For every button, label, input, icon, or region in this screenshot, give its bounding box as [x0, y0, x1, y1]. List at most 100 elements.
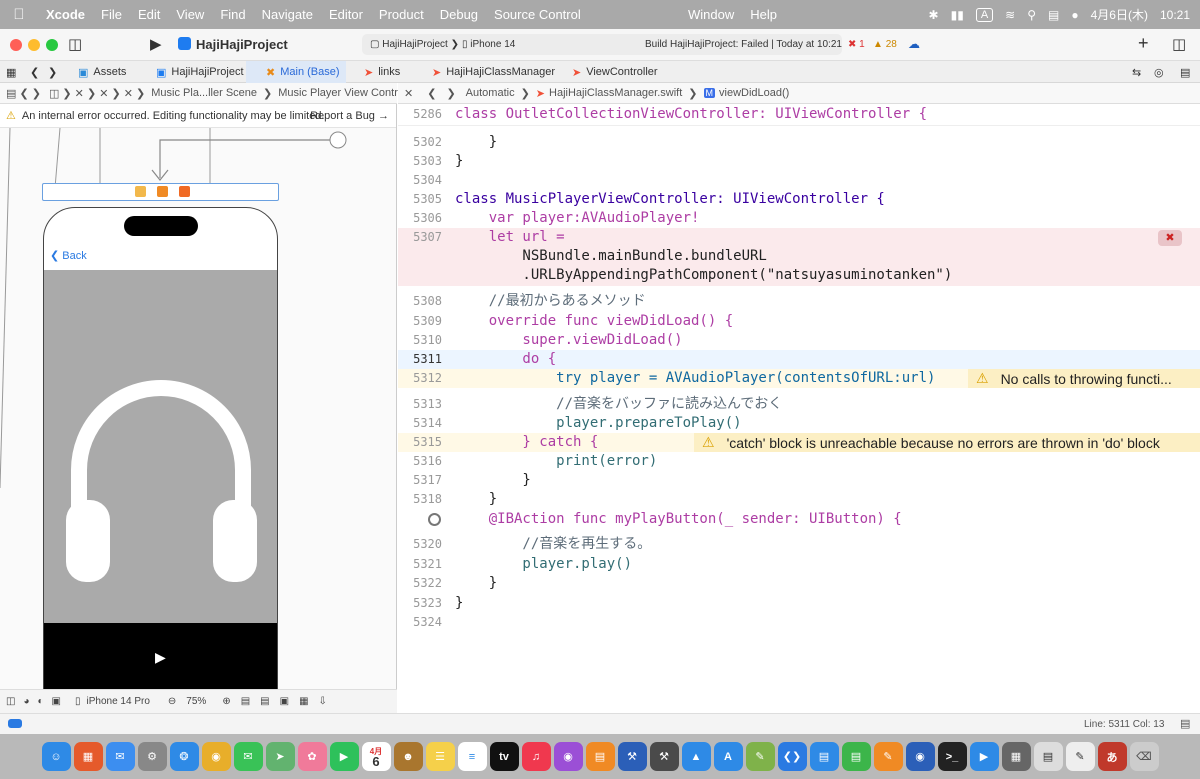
zoom-icon[interactable]: ▶ — [969, 742, 999, 771]
view-controller-icon[interactable] — [135, 186, 146, 197]
back-button[interactable]: ❮ Back — [50, 249, 87, 262]
tab-classmanager[interactable]: ➤ HajiHajiClassManager — [432, 61, 555, 83]
music-icon[interactable]: ♫ — [521, 742, 551, 771]
code-line[interactable]: 5318 } — [398, 490, 1200, 509]
breadcrumb-scene[interactable]: Music Pla...ller Scene — [151, 87, 257, 99]
xcode-icon[interactable]: ⚒ — [617, 742, 647, 771]
instruments-icon[interactable]: ⚒ — [649, 742, 679, 771]
menu-time[interactable]: 10:21 — [1160, 8, 1190, 22]
code-line[interactable]: 5286 class OutletCollectionViewController… — [398, 105, 1200, 124]
vscode-icon[interactable]: ❮❯ — [777, 742, 807, 771]
wifi-icon[interactable]: ≋ — [1005, 8, 1015, 22]
xcode-icon[interactable]: ▲ — [681, 742, 711, 771]
launchpad-icon[interactable]: ▦ — [73, 742, 103, 771]
books-icon[interactable]: ▤ — [585, 742, 615, 771]
warning-annotation[interactable]: ⚠ No calls to throwing functi... — [968, 369, 1200, 388]
menu-product[interactable]: Product — [371, 7, 432, 22]
photos-icon[interactable]: ✿ — [297, 742, 327, 771]
calendar-icon[interactable]: 4月 6 — [361, 742, 391, 771]
menu-debug[interactable]: Debug — [432, 7, 486, 22]
text-editor-icon[interactable]: ✎ — [745, 742, 775, 771]
breadcrumb-method[interactable]: viewDidLoad() — [719, 87, 789, 99]
code-line[interactable]: 5324 — [398, 613, 1200, 632]
code-line[interactable]: 5316 print(error) — [398, 452, 1200, 471]
code-line[interactable]: @IBAction func myPlayButton(_ sender: UI… — [398, 510, 1200, 529]
code-editor[interactable]: 5286 class OutletCollectionViewController… — [398, 104, 1200, 713]
code-line[interactable]: 5314 player.prepareToPlay() — [398, 414, 1200, 433]
image-view[interactable] — [44, 270, 277, 623]
exit-icon[interactable] — [179, 186, 190, 197]
trash-icon[interactable]: ⌫ — [1129, 742, 1159, 771]
inspector-toggle-icon[interactable]: ◫ — [1172, 35, 1186, 53]
code-line[interactable]: 5306 var player:AVAudioPlayer! — [398, 209, 1200, 228]
report-bug-link[interactable]: Report a Bug → — [310, 110, 389, 122]
breadcrumb-file[interactable]: HajiHajiClassManager.swift — [549, 87, 682, 99]
podcasts-icon[interactable]: ◉ — [553, 742, 583, 771]
menu-date[interactable]: 4月6日(木) — [1091, 6, 1148, 23]
dark-mode-icon[interactable]: ◐ — [38, 696, 44, 707]
scene-dock[interactable] — [42, 183, 279, 201]
code-line[interactable]: 5317 } — [398, 471, 1200, 490]
keynote-icon[interactable]: ▤ — [809, 742, 839, 771]
menu-source-control[interactable]: Source Control — [486, 7, 589, 22]
play-icon[interactable]: ▶ — [155, 649, 166, 666]
tab-main[interactable]: ✖ Main (Base) — [246, 61, 346, 83]
mail-icon[interactable]: ✉ — [105, 742, 135, 771]
canvas-device[interactable]: iPhone 14 Pro — [87, 696, 150, 707]
update-frames-icon[interactable]: ▤ — [241, 696, 250, 707]
error-count[interactable]: ✖ 1 — [848, 39, 865, 50]
interface-builder-canvas[interactable]: ⚠ An internal error occurred. Editing fu… — [0, 104, 397, 689]
first-responder-icon[interactable] — [157, 186, 168, 197]
device-selector[interactable]: ▯ iPhone 14 — [462, 39, 515, 50]
align-icon[interactable]: ▤ — [260, 696, 269, 707]
code-line[interactable]: NSBundle.mainBundle.bundleURL — [398, 247, 1200, 266]
code-line[interactable]: 5304 — [398, 171, 1200, 190]
grid-icon[interactable]: ▦ — [6, 61, 16, 83]
zoom-level[interactable]: 75% — [186, 696, 206, 707]
inspector-icon[interactable]: ▤ — [1180, 717, 1190, 730]
code-line[interactable]: 5311 do { — [398, 350, 1200, 369]
code-line[interactable]: 5309 override func viewDidLoad() { — [398, 312, 1200, 331]
siri-icon[interactable]: ● — [1071, 8, 1078, 22]
contacts-icon[interactable]: ☻ — [393, 742, 423, 771]
run-icon[interactable]: ▶ — [150, 35, 162, 53]
split-icon[interactable]: ⇆ — [1132, 61, 1141, 83]
code-line[interactable]: 5322 } — [398, 574, 1200, 593]
menu-help[interactable]: Help — [742, 7, 785, 22]
settings-icon[interactable]: ⚙ — [137, 742, 167, 771]
dictionary-icon[interactable]: あ — [1097, 742, 1127, 771]
menu-edit[interactable]: Edit — [130, 7, 168, 22]
code-line[interactable]: 5308 //最初からあるメソッド — [398, 292, 1200, 311]
project-title[interactable]: HajiHajiProject — [196, 37, 288, 52]
battery-icon[interactable]: ▮▮ — [951, 8, 964, 22]
tv-icon[interactable]: tv — [489, 742, 519, 771]
preview-icon[interactable]: ▤ — [1033, 742, 1063, 771]
textedit-icon[interactable]: ✎ — [1065, 742, 1095, 771]
warning-annotation[interactable]: ⚠ 'catch' block is unreachable because n… — [694, 433, 1200, 452]
search-icon[interactable]: ⚲ — [1027, 8, 1036, 22]
tab-viewcontroller[interactable]: ➤ ViewController — [572, 61, 658, 83]
app-store-icon[interactable]: A — [713, 742, 743, 771]
finder-icon[interactable]: ☺ — [41, 742, 71, 771]
menu-view[interactable]: View — [168, 7, 212, 22]
facetime-icon[interactable]: ▶ — [329, 742, 359, 771]
messages-icon[interactable]: ✉ — [233, 742, 263, 771]
minimize-window-button[interactable] — [28, 39, 40, 51]
tab-project[interactable]: ▣ HajiHajiProject — [156, 61, 244, 83]
pin-icon[interactable]: ▣ — [280, 696, 289, 707]
code-line[interactable]: 5302 } — [398, 133, 1200, 152]
cloud-icon[interactable]: ☁ — [908, 37, 920, 51]
add-icon[interactable]: + — [1138, 33, 1149, 54]
input-mode-indicator[interactable]: A — [975, 7, 994, 22]
maps-icon[interactable]: ➤ — [265, 742, 295, 771]
code-line[interactable]: .URLByAppendingPathComponent("natsuyasum… — [398, 266, 1200, 285]
iphone-preview[interactable]: ❮ Back ▶ — [43, 207, 278, 689]
code-line[interactable]: 5323} — [398, 594, 1200, 613]
code-line[interactable]: 5305 class MusicPlayerViewController: UIV… — [398, 190, 1200, 209]
code-line[interactable]: 5321 player.play() — [398, 555, 1200, 574]
error-badge-icon[interactable]: ✖ — [1158, 230, 1182, 246]
menu-window[interactable]: Window — [680, 7, 742, 22]
editor-forward-icon[interactable]: ❯ — [446, 87, 455, 100]
document-outline-icon[interactable]: ◫ — [6, 696, 15, 707]
menu-find[interactable]: Find — [212, 7, 253, 22]
